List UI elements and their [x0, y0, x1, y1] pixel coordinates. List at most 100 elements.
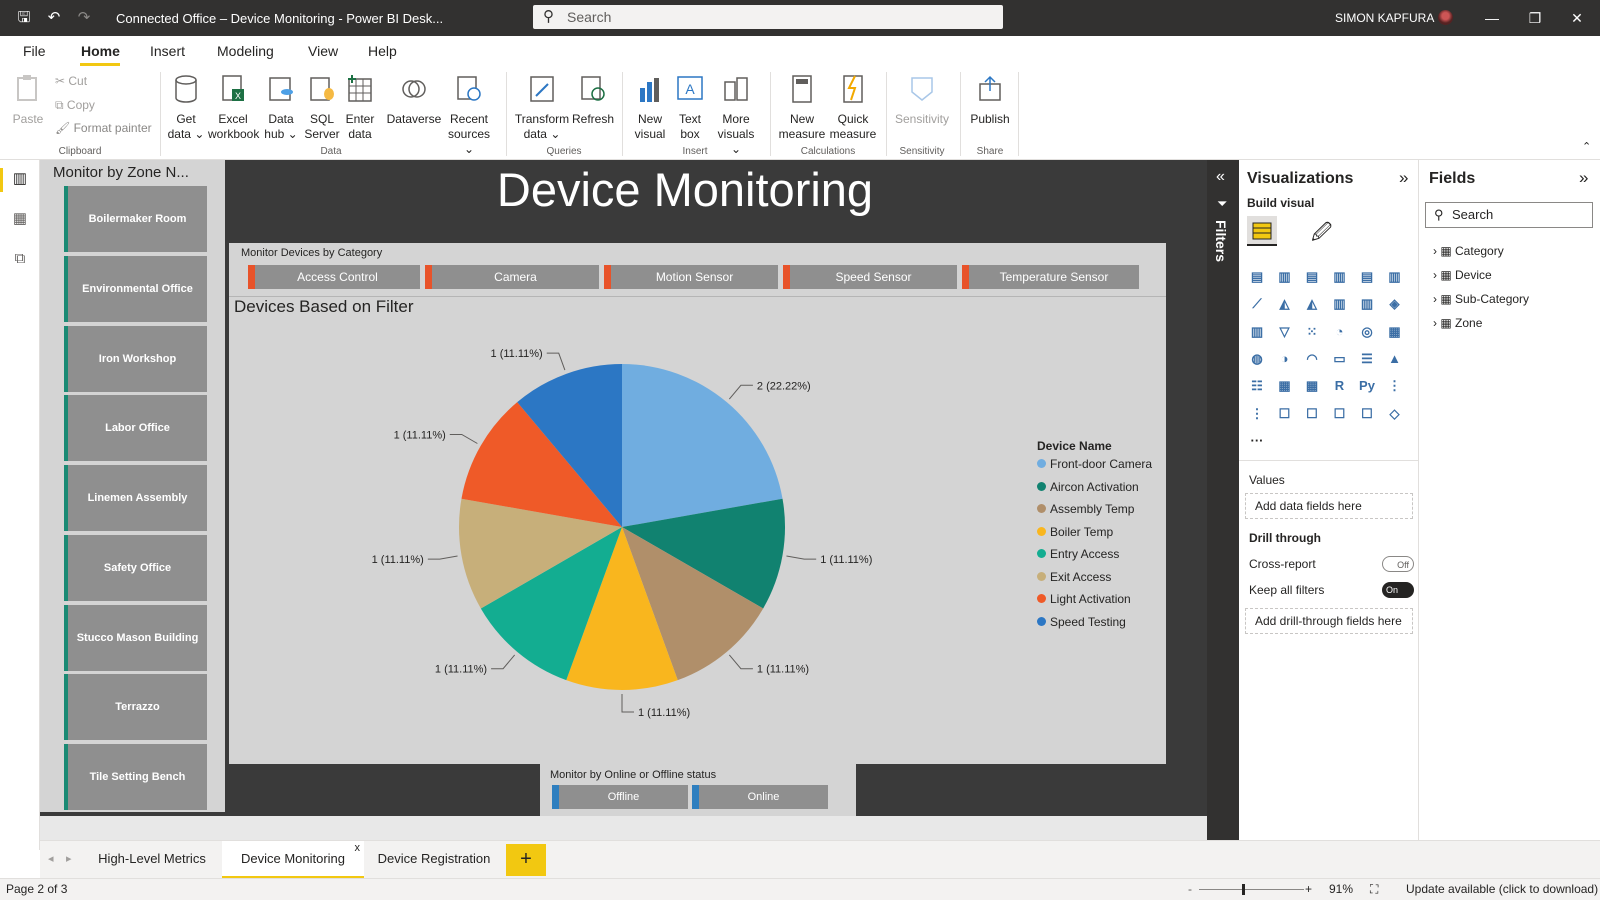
scroll-right-icon[interactable]: ▸	[66, 852, 72, 865]
user-name[interactable]: SIMON KAPFURA	[1335, 11, 1434, 25]
donut-icon[interactable]: ◎	[1357, 322, 1377, 342]
legend-item[interactable]: Boiler Temp	[1037, 525, 1113, 539]
publish-button[interactable]: Publish	[968, 74, 1012, 127]
area-icon[interactable]: ◭	[1275, 294, 1295, 314]
menu-file[interactable]: File	[23, 43, 46, 59]
data-hub-button[interactable]: Data hub ⌄	[262, 74, 300, 142]
copy-button[interactable]: ⧉ Copy	[55, 98, 95, 113]
tab-high-level-metrics[interactable]: High-Level Metrics	[86, 841, 218, 879]
expand-filters-icon[interactable]: «	[1216, 168, 1225, 186]
zone-item[interactable]: Linemen Assembly	[64, 465, 207, 531]
scroll-left-icon[interactable]: ◂	[48, 852, 54, 865]
tab-device-registration[interactable]: Device Registration	[368, 841, 500, 879]
slicer-icon[interactable]: ☷	[1247, 376, 1267, 396]
collapse-fields-icon[interactable]: »	[1579, 168, 1588, 188]
status-offline[interactable]: Offline	[552, 785, 688, 809]
filters-pane[interactable]: « ⏷ Filters	[1207, 160, 1239, 840]
redo-icon[interactable]: ↷	[75, 9, 93, 27]
stacked-bar-icon[interactable]: ▤	[1247, 267, 1267, 287]
undo-icon[interactable]: ↶	[45, 9, 63, 27]
recent-sources-button[interactable]: Recent sources ⌄	[444, 74, 494, 157]
zone-item[interactable]: Terrazzo	[64, 674, 207, 740]
avatar[interactable]	[1438, 10, 1453, 25]
save-icon[interactable]: 🖫	[15, 9, 33, 27]
search-input[interactable]: ⚲ Search	[533, 5, 1003, 29]
zone-item[interactable]: Tile Setting Bench	[64, 744, 207, 810]
legend-item[interactable]: Aircon Activation	[1037, 480, 1139, 494]
collapse-visualizations-icon[interactable]: »	[1399, 168, 1408, 188]
field-table-device[interactable]: › ▦ Device	[1433, 268, 1492, 282]
matrix-icon[interactable]: ▦	[1302, 376, 1322, 396]
menu-insert[interactable]: Insert	[150, 43, 185, 59]
pie-icon[interactable]: ◔	[1330, 322, 1350, 342]
field-table-zone[interactable]: › ▦ Zone	[1433, 316, 1482, 330]
legend-item[interactable]: Light Activation	[1037, 592, 1131, 606]
legend-item[interactable]: Assembly Temp	[1037, 502, 1134, 516]
more-visuals-icon[interactable]: ···	[1247, 431, 1267, 451]
r-visual-icon[interactable]: R	[1330, 376, 1350, 396]
fit-page-icon[interactable]: ⛶	[1370, 882, 1378, 897]
keep-filters-toggle[interactable]: On	[1382, 582, 1414, 598]
card-icon[interactable]: ▭	[1330, 349, 1350, 369]
stacked-column-icon[interactable]: ▥	[1275, 267, 1295, 287]
kpi-icon[interactable]: ▲	[1385, 349, 1405, 369]
transform-data-button[interactable]: Transform data ⌄	[514, 74, 570, 142]
update-available-link[interactable]: Update available (click to download)	[1406, 882, 1598, 896]
clustered-column-icon[interactable]: ▥	[1330, 267, 1350, 287]
table-view-icon[interactable]: ▦	[11, 210, 29, 228]
status-online[interactable]: Online	[692, 785, 828, 809]
zone-item[interactable]: Labor Office	[64, 395, 207, 461]
minimize-icon[interactable]: —	[1482, 8, 1502, 28]
enter-data-button[interactable]: Enter data	[342, 74, 378, 142]
excel-workbook-button[interactable]: X Excel workbook	[208, 74, 259, 142]
line-icon[interactable]: ⟋	[1247, 294, 1267, 314]
report-view-icon[interactable]: ▥	[11, 170, 29, 188]
line-column-icon[interactable]: ▥	[1330, 294, 1350, 314]
paste-button[interactable]: Paste	[10, 74, 46, 127]
legend-item[interactable]: Exit Access	[1037, 570, 1111, 584]
waterfall-icon[interactable]: ▥	[1247, 322, 1267, 342]
add-page-button[interactable]: +	[506, 844, 546, 876]
treemap-icon[interactable]: ▦	[1385, 322, 1405, 342]
qa-icon[interactable]: ☐	[1275, 404, 1295, 424]
table-icon[interactable]: ▦	[1275, 376, 1295, 396]
new-measure-button[interactable]: New measure	[778, 74, 826, 142]
build-visual-tab[interactable]	[1247, 216, 1277, 246]
power-automate-icon[interactable]: ◇	[1385, 404, 1405, 424]
stacked-area-icon[interactable]: ◭	[1302, 294, 1322, 314]
ribbon-icon[interactable]: ◈	[1385, 294, 1405, 314]
zoom-slider[interactable]	[1199, 889, 1304, 890]
paginated-icon[interactable]: ☐	[1330, 404, 1350, 424]
100-bar-icon[interactable]: ▤	[1357, 267, 1377, 287]
format-visual-tab[interactable]: 🖉	[1311, 218, 1332, 252]
fields-search-input[interactable]: ⚲ Search	[1425, 202, 1593, 228]
100-column-icon[interactable]: ▥	[1385, 267, 1405, 287]
close-tab-icon[interactable]: x	[355, 830, 361, 866]
key-influencers-icon[interactable]: ⋮	[1385, 376, 1405, 396]
get-data-button[interactable]: Get data ⌄	[166, 74, 206, 142]
more-visuals-button[interactable]: More visuals ⌄	[712, 74, 760, 157]
menu-modeling[interactable]: Modeling	[217, 43, 274, 59]
power-apps-icon[interactable]: ☐	[1357, 404, 1377, 424]
zone-item[interactable]: Stucco Mason Building	[64, 605, 207, 671]
refresh-button[interactable]: Refresh	[572, 74, 614, 127]
drill-through-drop-zone[interactable]: Add drill-through fields here	[1245, 608, 1413, 634]
zone-item[interactable]: Iron Workshop	[64, 326, 207, 392]
field-table-category[interactable]: › ▦ Category	[1433, 244, 1504, 258]
cut-button[interactable]: ✂ Cut	[55, 74, 87, 88]
field-table-subcategory[interactable]: › ▦ Sub-Category	[1433, 292, 1529, 306]
menu-help[interactable]: Help	[368, 43, 397, 59]
sql-server-button[interactable]: SQL Server	[302, 74, 342, 142]
legend-item[interactable]: Entry Access	[1037, 547, 1119, 561]
model-view-icon[interactable]: ⧉	[11, 250, 29, 268]
zone-item[interactable]: Environmental Office	[64, 256, 207, 322]
legend-item[interactable]: Speed Testing	[1037, 615, 1126, 629]
close-icon[interactable]: ✕	[1567, 8, 1587, 28]
smart-narrative-icon[interactable]: ☐	[1302, 404, 1322, 424]
zone-item[interactable]: Safety Office	[64, 535, 207, 601]
funnel-icon[interactable]: ▽	[1275, 322, 1295, 342]
quick-measure-button[interactable]: Quick measure	[828, 74, 878, 142]
map-icon[interactable]: ◍	[1247, 349, 1267, 369]
zoom-in-button[interactable]: +	[1305, 882, 1312, 896]
text-box-button[interactable]: A Text box	[672, 74, 708, 142]
